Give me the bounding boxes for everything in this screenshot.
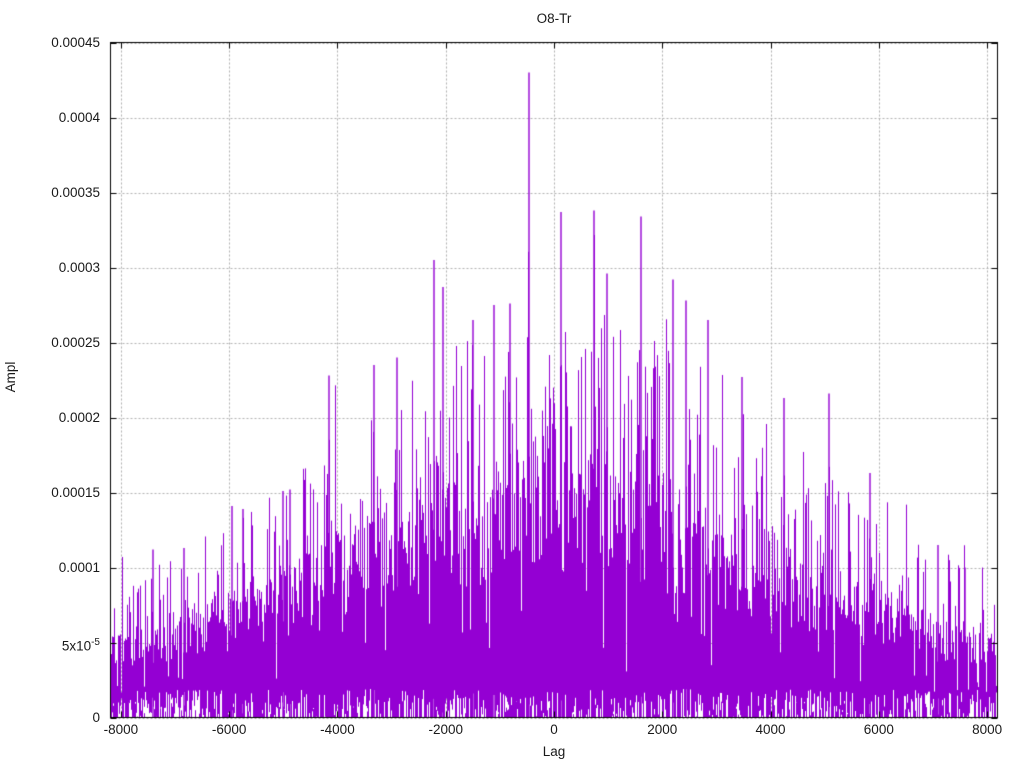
y-tick-label: 0.0004 bbox=[0, 109, 100, 126]
x-axis-label: Lag bbox=[543, 744, 566, 760]
y-tick-label: 0.0001 bbox=[0, 559, 100, 576]
y-tick-label: 0.00035 bbox=[0, 184, 100, 201]
y-tick-label: 0.00015 bbox=[0, 484, 100, 501]
y-axis-label: Ampl bbox=[3, 362, 19, 393]
chart-title: O8-Tr bbox=[537, 11, 572, 27]
y-tick-text: 0.00015 bbox=[51, 485, 100, 500]
y-tick-label: 0.00045 bbox=[0, 34, 100, 51]
x-tick-label: -4000 bbox=[292, 722, 382, 737]
y-tick-text: 0.00025 bbox=[51, 335, 100, 350]
x-tick-label: -2000 bbox=[401, 722, 491, 737]
y-tick-label: 0.0003 bbox=[0, 259, 100, 276]
x-tick-label: 6000 bbox=[834, 722, 924, 737]
y-tick-exponent: -5 bbox=[91, 637, 100, 648]
x-tick-label: 0 bbox=[509, 722, 599, 737]
y-tick-text: 0.00045 bbox=[51, 35, 100, 50]
plot-canvas bbox=[0, 0, 1024, 768]
x-tick-label: -6000 bbox=[184, 722, 274, 737]
y-tick-text: 0.00035 bbox=[51, 185, 100, 200]
y-tick-text: 0.0001 bbox=[59, 560, 100, 575]
y-tick-label: 5x10-5 bbox=[0, 634, 100, 655]
x-tick-label: 8000 bbox=[942, 722, 1024, 737]
x-tick-label: 4000 bbox=[726, 722, 816, 737]
y-tick-text: 5x10 bbox=[62, 638, 91, 653]
gnuplot-window: O8-Tr Ampl Lag 0 5x10-5 0.0001 0.00015 0.000… bbox=[0, 0, 1024, 768]
x-tick-label: 2000 bbox=[617, 722, 707, 737]
y-tick-text: 0.0002 bbox=[59, 410, 100, 425]
y-tick-label: 0.00025 bbox=[0, 334, 100, 351]
x-tick-label: -8000 bbox=[76, 722, 166, 737]
y-tick-text: 0.0003 bbox=[59, 260, 100, 275]
y-tick-label: 0.0002 bbox=[0, 409, 100, 426]
y-tick-text: 0.0004 bbox=[59, 110, 100, 125]
